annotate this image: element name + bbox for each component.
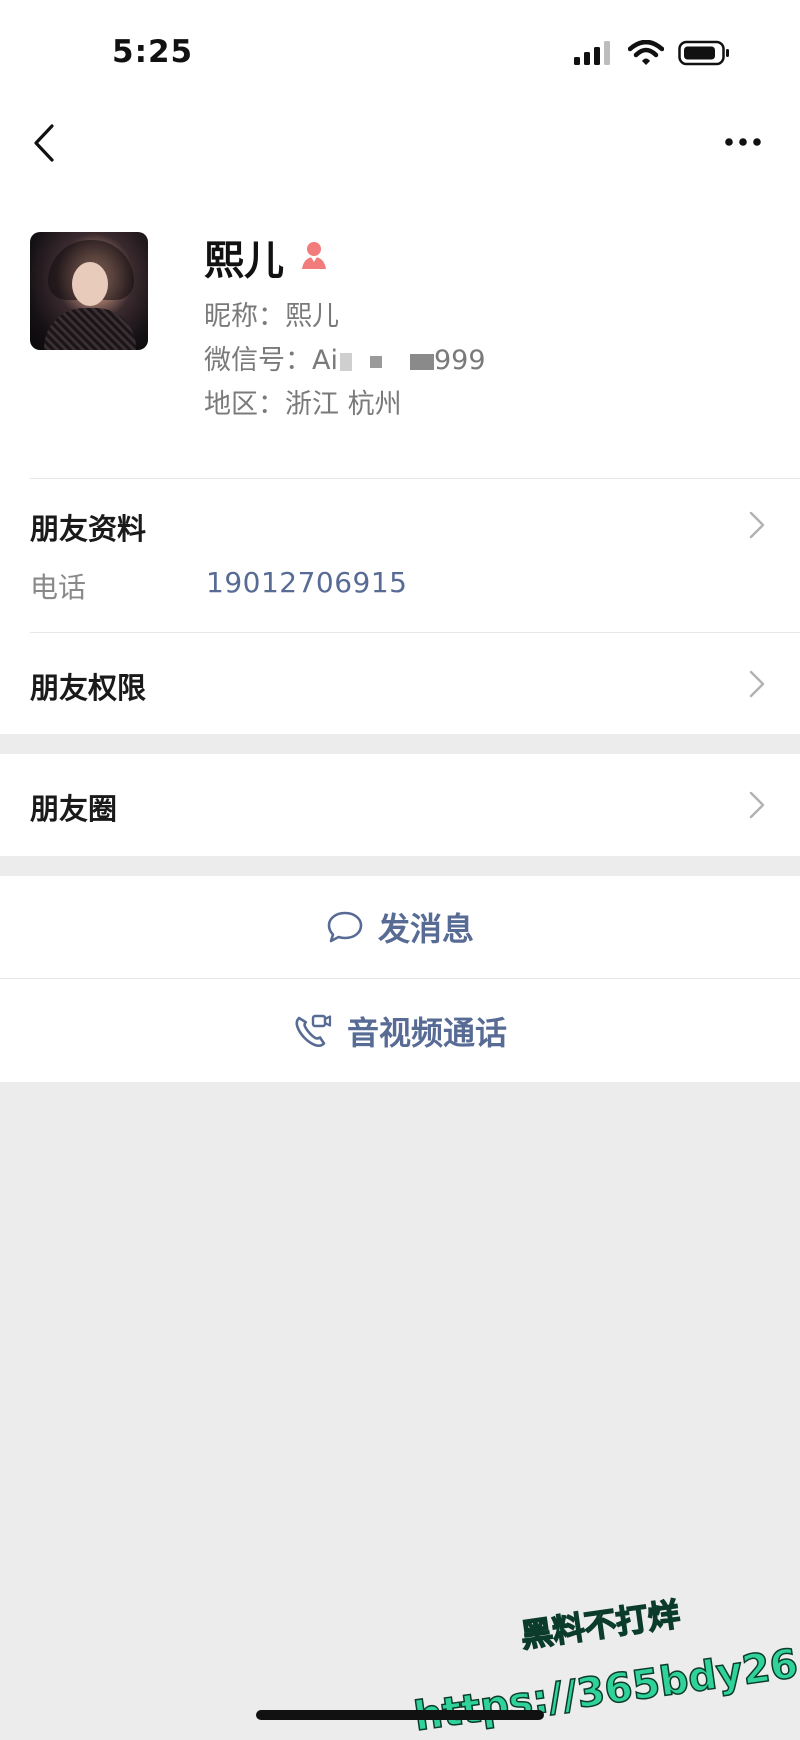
actions-card: 发消息 音视频通话 <box>0 876 800 1082</box>
profile-name: 熙儿 <box>204 238 284 284</box>
phone-label: 电话 <box>30 571 87 604</box>
profile-header: 熙儿 昵称：熙儿 微信号：Ai 999 地区：浙江 杭州 <box>0 190 800 478</box>
moments-title: 朋友圈 <box>30 792 118 826</box>
female-icon <box>298 239 330 275</box>
back-button[interactable] <box>24 118 64 168</box>
profile-name-row: 熙儿 <box>204 228 330 286</box>
status-time: 5:25 <box>112 34 194 70</box>
avatar[interactable] <box>30 232 148 350</box>
wechat-id-line: 微信号：Ai 999 <box>204 338 486 377</box>
watermark-text: 黑料不打烊 <box>518 1594 683 1655</box>
chevron-left-icon <box>34 124 54 162</box>
region-value: 浙江 杭州 <box>285 389 402 420</box>
friend-info-card: 朋友资料 电话 19012706915 朋友权限 <box>0 478 800 734</box>
wifi-icon <box>627 39 665 70</box>
wechat-id-label: 微信号： <box>204 345 312 376</box>
redacted-block <box>339 352 352 371</box>
status-icons <box>574 39 730 70</box>
status-bar: 5:25 <box>0 0 800 100</box>
nickname-line: 昵称：熙儿 <box>204 294 339 333</box>
friend-info-row[interactable]: 朋友资料 电话 19012706915 <box>0 478 800 632</box>
phone-number-link[interactable]: 19012706915 <box>206 566 407 599</box>
home-indicator[interactable] <box>256 1710 544 1720</box>
battery-icon <box>678 40 730 70</box>
wechat-id-prefix: Ai <box>312 345 338 376</box>
more-button[interactable] <box>718 122 768 162</box>
friend-info-title: 朋友资料 <box>30 512 147 546</box>
redacted-block <box>409 353 434 370</box>
friend-permissions-title: 朋友权限 <box>30 671 147 705</box>
nickname-value: 熙儿 <box>285 301 339 332</box>
signal-icon <box>574 41 614 69</box>
send-message-button[interactable]: 发消息 <box>0 876 800 978</box>
region-label: 地区： <box>204 389 285 420</box>
av-call-button[interactable]: 音视频通话 <box>0 979 800 1082</box>
friend-permissions-row[interactable]: 朋友权限 <box>0 633 800 734</box>
more-icon <box>725 138 761 146</box>
send-message-label: 发消息 <box>377 910 474 948</box>
wechat-id-suffix: 999 <box>433 345 486 376</box>
nav-bar <box>0 100 800 190</box>
nickname-label: 昵称： <box>204 301 285 332</box>
region-line: 地区：浙江 杭州 <box>204 382 402 421</box>
chevron-right-icon <box>749 791 765 819</box>
chevron-right-icon <box>749 670 765 698</box>
av-call-label: 音视频通话 <box>346 1013 507 1052</box>
moments-card[interactable]: 朋友圈 <box>0 754 800 856</box>
chevron-right-icon <box>749 511 765 539</box>
phone-video-icon <box>295 1014 332 1047</box>
chat-bubble-icon <box>327 911 363 943</box>
redacted-block <box>369 355 382 368</box>
